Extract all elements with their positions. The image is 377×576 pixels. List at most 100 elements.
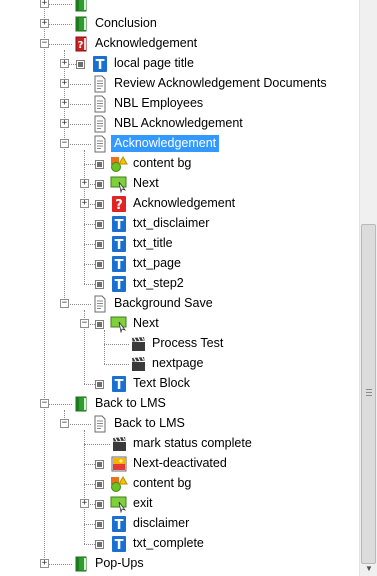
tree-node-label[interactable]: Conclusion <box>92 15 160 32</box>
collapse-minus-icon[interactable]: − <box>80 319 89 328</box>
collapse-minus-icon[interactable]: − <box>40 399 49 408</box>
tree-node[interactable]: +? Acknowledgement <box>0 194 359 214</box>
tree-node-label[interactable]: txt_step2 <box>130 275 187 292</box>
tree-node-label[interactable] <box>92 0 98 12</box>
tree-node[interactable]: + NBL Employees <box>0 94 359 114</box>
tree-node-label[interactable]: txt_page <box>130 255 184 272</box>
tree-node-label[interactable]: NBL Acknowledgement <box>111 115 246 132</box>
tree-node[interactable]: Tdisclaimer <box>0 514 359 534</box>
tree-node-label[interactable]: Acknowledgement <box>92 35 200 52</box>
tree-node[interactable]: + exit <box>0 494 359 514</box>
shapes-icon <box>110 155 128 173</box>
visibility-checkbox[interactable] <box>95 460 104 469</box>
expand-plus-icon[interactable]: + <box>40 19 49 28</box>
visibility-checkbox[interactable] <box>95 380 104 389</box>
tree-node[interactable]: − Acknowledgement <box>0 134 359 154</box>
tree-node-label[interactable]: NBL Employees <box>111 95 206 112</box>
visibility-checkbox[interactable] <box>95 320 104 329</box>
text-object-icon: T <box>110 235 128 253</box>
tree-node[interactable]: content bg <box>0 154 359 174</box>
tree-node[interactable]: −? Acknowledgement <box>0 34 359 54</box>
tree-node-label[interactable]: txt_disclaimer <box>130 215 212 232</box>
scrollbar-thumb[interactable] <box>361 224 376 564</box>
visibility-checkbox[interactable] <box>76 60 85 69</box>
tree-node[interactable]: + Conclusion <box>0 14 359 34</box>
tree-node[interactable]: Process Test <box>0 334 359 354</box>
tree-node[interactable]: Ttxt_step2 <box>0 274 359 294</box>
visibility-checkbox[interactable] <box>95 220 104 229</box>
tree-node[interactable]: + Tlocal page title <box>0 54 359 74</box>
tree-node[interactable]: + <box>0 0 359 14</box>
tree-node-label[interactable]: local page title <box>111 55 197 72</box>
visibility-checkbox[interactable] <box>95 240 104 249</box>
visibility-checkbox[interactable] <box>95 200 104 209</box>
tree-node-label[interactable]: disclaimer <box>130 515 192 532</box>
tree-node-label[interactable]: Text Block <box>130 375 193 392</box>
tree-node-label[interactable]: txt_complete <box>130 535 207 552</box>
visibility-checkbox[interactable] <box>95 180 104 189</box>
tree-node-label[interactable]: Acknowledgement <box>111 135 220 152</box>
tree-node[interactable]: Ttxt_page <box>0 254 359 274</box>
visibility-checkbox[interactable] <box>95 160 104 169</box>
tree-node-label[interactable]: Back to LMS <box>111 415 188 432</box>
tree-node[interactable]: Ttxt_title <box>0 234 359 254</box>
tree-node[interactable]: − Next <box>0 314 359 334</box>
tree-node[interactable]: nextpage <box>0 354 359 374</box>
tree-node-label[interactable]: nextpage <box>149 355 206 372</box>
button-object-icon <box>110 175 128 194</box>
tree-node-label[interactable]: txt_title <box>130 235 176 252</box>
tree-node-label[interactable]: mark status complete <box>130 435 255 452</box>
tree-node-label[interactable]: Pop-Ups <box>92 555 147 572</box>
tree-node[interactable]: + NBL Acknowledgement <box>0 114 359 134</box>
tree-node[interactable]: Ttxt_complete <box>0 534 359 554</box>
tree-node-label[interactable]: content bg <box>130 155 194 172</box>
tree-node[interactable]: Next-deactivated <box>0 454 359 474</box>
expand-plus-icon[interactable]: + <box>80 199 89 208</box>
collapse-minus-icon[interactable]: − <box>60 139 69 148</box>
tree-node-label[interactable]: exit <box>130 495 155 512</box>
tree-node-label[interactable]: Process Test <box>149 335 226 352</box>
expand-plus-icon[interactable]: + <box>80 499 89 508</box>
tree-node[interactable]: − Back to LMS <box>0 394 359 414</box>
tree-node-label[interactable]: Next <box>130 175 162 192</box>
scroll-down-arrow-icon[interactable]: ▼ <box>360 562 377 576</box>
tree-node-label[interactable]: Background Save <box>111 295 216 312</box>
tree-node-label[interactable]: content bg <box>130 475 194 492</box>
expand-plus-icon[interactable]: + <box>60 79 69 88</box>
tree-node-label[interactable]: Next-deactivated <box>130 455 230 472</box>
tree-node[interactable]: − Back to LMS <box>0 414 359 434</box>
structure-tree: + + Conclusion −? Acknowledgement + Tlocal pag… <box>0 0 359 576</box>
tree-node-label[interactable]: Acknowledgement <box>130 195 238 212</box>
tree-node[interactable]: − Background Save <box>0 294 359 314</box>
tree-node[interactable]: + Next <box>0 174 359 194</box>
tree-node-label[interactable]: Next <box>130 315 162 332</box>
expand-plus-icon[interactable]: + <box>40 0 49 8</box>
tree-node[interactable]: T Text Block <box>0 374 359 394</box>
expand-plus-icon[interactable]: + <box>40 559 49 568</box>
collapse-minus-icon[interactable]: − <box>40 39 49 48</box>
visibility-checkbox[interactable] <box>95 260 104 269</box>
collapse-minus-icon[interactable]: − <box>60 299 69 308</box>
expand-plus-icon[interactable]: + <box>80 179 89 188</box>
tree-node[interactable]: + Review Acknowledgement Documents <box>0 74 359 94</box>
tree-node[interactable]: mark status complete <box>0 434 359 454</box>
page-icon <box>91 115 109 133</box>
expand-plus-icon[interactable]: + <box>60 99 69 108</box>
visibility-checkbox[interactable] <box>95 500 104 509</box>
page-icon <box>91 75 109 93</box>
expand-plus-icon[interactable]: + <box>60 59 69 68</box>
collapse-minus-icon[interactable]: − <box>60 419 69 428</box>
visibility-checkbox[interactable] <box>95 280 104 289</box>
tree-node-label[interactable]: Back to LMS <box>92 395 169 412</box>
tree-node[interactable]: content bg <box>0 474 359 494</box>
tree-node[interactable]: + Pop-Ups <box>0 554 359 574</box>
tree-node-label[interactable]: Review Acknowledgement Documents <box>111 75 330 92</box>
action-clapper-icon <box>110 435 128 453</box>
svg-text:T: T <box>115 218 124 233</box>
visibility-checkbox[interactable] <box>95 520 104 529</box>
visibility-checkbox[interactable] <box>95 540 104 549</box>
visibility-checkbox[interactable] <box>95 480 104 489</box>
tree-node[interactable]: Ttxt_disclaimer <box>0 214 359 234</box>
vertical-scrollbar[interactable]: ▼ <box>359 0 377 576</box>
expand-plus-icon[interactable]: + <box>60 119 69 128</box>
